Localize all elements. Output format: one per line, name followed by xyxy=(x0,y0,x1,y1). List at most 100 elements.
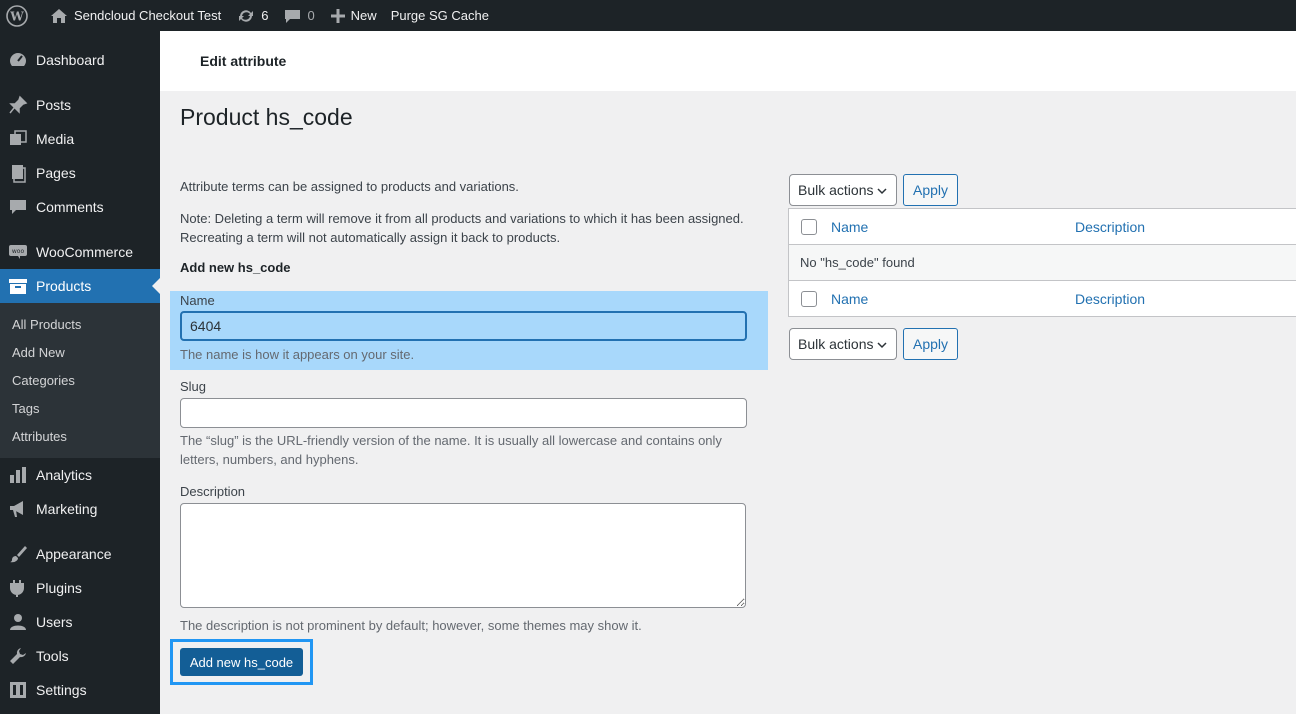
menu-pages[interactable]: Pages xyxy=(0,156,160,190)
select-all-checkbox-footer[interactable] xyxy=(801,291,817,307)
intro-text: Attribute terms can be assigned to produ… xyxy=(180,179,519,194)
menu-woocommerce[interactable]: woo WooCommerce xyxy=(0,235,160,269)
name-input[interactable] xyxy=(180,311,747,341)
plugin-icon xyxy=(0,578,36,598)
menu-media[interactable]: Media xyxy=(0,122,160,156)
page-header: Edit attribute xyxy=(160,31,1296,91)
apply-button-bottom[interactable]: Apply xyxy=(903,328,958,360)
submenu-add-new[interactable]: Add New xyxy=(12,345,65,360)
column-description-header[interactable]: Description xyxy=(1075,219,1145,235)
chart-icon xyxy=(0,466,36,484)
description-textarea[interactable] xyxy=(180,503,746,608)
comments-count: 0 xyxy=(307,8,315,23)
note-line-2: Recreating a term will not automatically… xyxy=(180,230,561,245)
description-label: Description xyxy=(180,484,246,499)
slug-input[interactable] xyxy=(180,398,747,428)
menu-label: Media xyxy=(36,131,75,147)
bulk-actions-label: Bulk actions xyxy=(798,182,874,198)
submenu-tags[interactable]: Tags xyxy=(12,401,39,416)
menu-label: Analytics xyxy=(36,467,93,483)
comment-icon xyxy=(0,197,36,217)
admin-bar: W Sendcloud Checkout Test 6 0 New Purge … xyxy=(0,0,1296,31)
menu-label: Marketing xyxy=(36,501,98,517)
wordpress-icon: W xyxy=(6,4,28,27)
new-content-link[interactable]: New xyxy=(323,0,385,31)
select-all-checkbox[interactable] xyxy=(801,219,817,235)
menu-label: Plugins xyxy=(36,580,82,596)
comment-bubble-icon xyxy=(284,8,301,24)
menu-products[interactable]: Products xyxy=(0,269,160,303)
table-header-row: Name Description xyxy=(789,209,1296,245)
menu-label: Pages xyxy=(36,165,76,181)
menu-tools[interactable]: Tools xyxy=(0,639,160,673)
menu-label: Tools xyxy=(36,648,69,664)
slug-help-line-1: The “slug” is the URL-friendly version o… xyxy=(180,433,722,448)
page-title: Product hs_code xyxy=(180,104,353,130)
user-icon xyxy=(0,613,36,631)
column-name-footer[interactable]: Name xyxy=(831,291,868,307)
menu-marketing[interactable]: Marketing xyxy=(0,492,160,526)
dashboard-icon xyxy=(0,50,36,70)
menu-appearance[interactable]: Appearance xyxy=(0,537,160,571)
updates-link[interactable]: 6 xyxy=(229,0,276,31)
slug-label: Slug xyxy=(180,379,207,394)
name-help: The name is how it appears on your site. xyxy=(180,347,415,362)
updates-count: 6 xyxy=(261,8,269,23)
menu-settings[interactable]: Settings xyxy=(0,673,160,707)
purge-cache-link[interactable]: Purge SG Cache xyxy=(385,0,497,31)
bulk-actions-select-bottom[interactable]: Bulk actions xyxy=(789,328,897,360)
brush-icon xyxy=(0,544,36,564)
svg-text:W: W xyxy=(9,9,24,23)
wordpress-logo[interactable]: W xyxy=(0,0,36,31)
header-title: Edit attribute xyxy=(200,53,287,69)
menu-users[interactable]: Users xyxy=(0,605,160,639)
pin-icon xyxy=(0,95,36,115)
add-new-term-button[interactable]: Add new hs_code xyxy=(180,648,303,676)
new-label: New xyxy=(350,8,377,23)
no-items-row: No "hs_code" found xyxy=(789,245,1296,281)
products-submenu: All Products Add New Categories Tags Att… xyxy=(0,303,160,458)
admin-sidebar: Dashboard Posts Media Pages Comments woo… xyxy=(0,31,160,714)
comments-link[interactable]: 0 xyxy=(276,0,322,31)
bulk-actions-select-top[interactable]: Bulk actions xyxy=(789,174,897,206)
column-description-footer[interactable]: Description xyxy=(1075,291,1145,307)
submenu-categories[interactable]: Categories xyxy=(12,373,75,388)
menu-label: Users xyxy=(36,614,73,630)
form-heading: Add new hs_code xyxy=(180,260,291,275)
terms-table: Name Description No "hs_code" found Name… xyxy=(788,208,1296,317)
no-items-message: No "hs_code" found xyxy=(800,255,915,270)
menu-label: Settings xyxy=(36,682,87,698)
menu-analytics[interactable]: Analytics xyxy=(0,458,160,492)
column-name-header[interactable]: Name xyxy=(831,219,868,235)
plus-icon xyxy=(330,8,345,23)
menu-label: Posts xyxy=(36,97,72,113)
media-icon xyxy=(0,129,36,149)
update-icon xyxy=(237,8,255,24)
description-help: The description is not prominent by defa… xyxy=(180,618,642,633)
site-name: Sendcloud Checkout Test xyxy=(74,8,222,23)
name-label: Name xyxy=(180,293,215,308)
megaphone-icon xyxy=(0,500,36,518)
site-name-link[interactable]: Sendcloud Checkout Test xyxy=(36,0,229,31)
menu-label: Products xyxy=(36,278,92,294)
pages-icon xyxy=(0,163,36,183)
purge-label: Purge SG Cache xyxy=(390,8,489,23)
menu-comments[interactable]: Comments xyxy=(0,190,160,224)
chevron-down-icon xyxy=(876,184,888,200)
woo-icon: woo xyxy=(0,244,36,260)
menu-posts[interactable]: Posts xyxy=(0,88,160,122)
svg-text:woo: woo xyxy=(12,248,25,255)
home-icon xyxy=(50,8,68,24)
note-line-1: Note: Deleting a term will remove it fro… xyxy=(180,211,744,226)
submenu-attributes[interactable]: Attributes xyxy=(12,429,67,444)
menu-label: Dashboard xyxy=(36,52,105,68)
menu-plugins[interactable]: Plugins xyxy=(0,571,160,605)
menu-dashboard[interactable]: Dashboard xyxy=(0,43,160,77)
submenu-all-products[interactable]: All Products xyxy=(12,317,81,332)
bulk-actions-label: Bulk actions xyxy=(798,336,874,352)
menu-label: Appearance xyxy=(36,546,112,562)
apply-button-top[interactable]: Apply xyxy=(903,174,958,206)
table-footer-row: Name Description xyxy=(789,281,1296,317)
archive-icon xyxy=(0,277,36,295)
menu-label: WooCommerce xyxy=(36,244,133,260)
